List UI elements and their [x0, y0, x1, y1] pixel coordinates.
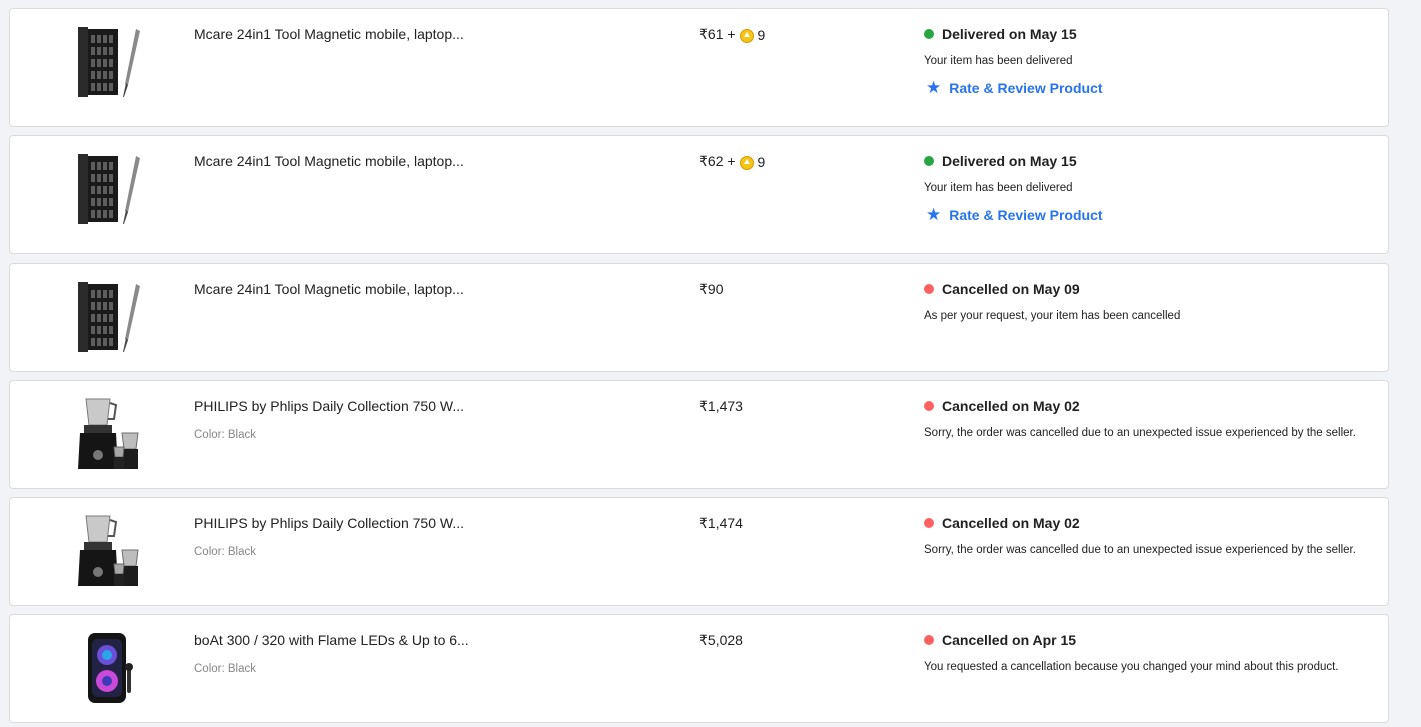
status-message: Your item has been delivered: [924, 182, 1073, 194]
order-status: Cancelled on May 02: [924, 398, 1080, 414]
status-text: Cancelled on May 02: [942, 515, 1080, 531]
price-amount: ₹62 +: [699, 153, 736, 169]
order-card[interactable]: PHILIPS by Phlips Daily Collection 750 W…: [9, 380, 1389, 489]
status-message: Sorry, the order was cancelled due to an…: [924, 427, 1356, 439]
status-text: Cancelled on May 02: [942, 398, 1080, 414]
product-title[interactable]: PHILIPS by Phlips Daily Collection 750 W…: [194, 515, 464, 531]
mixer-grinder-image: [78, 515, 139, 586]
screwdriver-kit-image: [78, 154, 140, 224]
price-amount: ₹5,028: [699, 632, 743, 648]
price-amount: ₹90: [699, 281, 724, 297]
rate-review-button[interactable]: ★ Rate & Review Product: [926, 206, 1103, 223]
status-text: Cancelled on May 09: [942, 281, 1080, 297]
status-dot-icon: [924, 635, 934, 645]
order-status: Delivered on May 15: [924, 26, 1077, 42]
product-title[interactable]: boAt 300 / 320 with Flame LEDs & Up to 6…: [194, 632, 469, 648]
price: ₹62 + 9: [699, 153, 765, 170]
party-speaker-image: [88, 633, 133, 703]
order-card[interactable]: PHILIPS by Phlips Daily Collection 750 W…: [9, 497, 1389, 606]
order-card[interactable]: Mcare 24in1 Tool Magnetic mobile, laptop…: [9, 135, 1389, 254]
status-dot-icon: [924, 29, 934, 39]
rate-review-button[interactable]: ★ Rate & Review Product: [926, 79, 1103, 96]
status-message: You requested a cancellation because you…: [924, 661, 1339, 673]
status-dot-icon: [924, 518, 934, 528]
price-amount: ₹1,473: [699, 398, 743, 414]
status-dot-icon: [924, 401, 934, 411]
order-status: Cancelled on May 09: [924, 281, 1080, 297]
screwdriver-kit-image: [78, 282, 140, 352]
product-title[interactable]: Mcare 24in1 Tool Magnetic mobile, laptop…: [194, 26, 464, 42]
status-text: Cancelled on Apr 15: [942, 632, 1077, 648]
rate-review-label: Rate & Review Product: [949, 79, 1103, 96]
order-card[interactable]: boAt 300 / 320 with Flame LEDs & Up to 6…: [9, 614, 1389, 723]
price: ₹61 + 9: [699, 26, 765, 43]
rate-review-label: Rate & Review Product: [949, 206, 1103, 223]
product-title[interactable]: Mcare 24in1 Tool Magnetic mobile, laptop…: [194, 153, 464, 169]
product-variant: Color: Black: [194, 429, 256, 441]
order-status: Cancelled on May 02: [924, 515, 1080, 531]
status-message: Sorry, the order was cancelled due to an…: [924, 544, 1356, 556]
product-title[interactable]: Mcare 24in1 Tool Magnetic mobile, laptop…: [194, 281, 464, 297]
price: ₹1,473: [699, 398, 743, 415]
orders-list: Mcare 24in1 Tool Magnetic mobile, laptop…: [0, 0, 1421, 727]
status-message: As per your request, your item has been …: [924, 310, 1181, 322]
coin-count: 9: [757, 153, 766, 170]
order-card[interactable]: Mcare 24in1 Tool Magnetic mobile, laptop…: [9, 8, 1389, 127]
price-amount: ₹61 +: [699, 26, 736, 42]
mixer-grinder-image: [78, 398, 139, 469]
supercoin-icon: [739, 155, 754, 170]
star-icon: ★: [926, 78, 942, 97]
price: ₹90: [699, 281, 723, 298]
star-icon: ★: [926, 205, 942, 224]
order-status: Cancelled on Apr 15: [924, 632, 1076, 648]
supercoin-icon: [739, 28, 754, 43]
coin-count: 9: [757, 26, 766, 43]
status-dot-icon: [924, 284, 934, 294]
status-dot-icon: [924, 156, 934, 166]
status-text: Delivered on May 15: [942, 26, 1077, 42]
product-title[interactable]: PHILIPS by Phlips Daily Collection 750 W…: [194, 398, 464, 414]
product-variant: Color: Black: [194, 663, 256, 675]
screwdriver-kit-image: [78, 27, 140, 97]
price: ₹1,474: [699, 515, 743, 532]
order-status: Delivered on May 15: [924, 153, 1077, 169]
price-amount: ₹1,474: [699, 515, 743, 531]
status-text: Delivered on May 15: [942, 153, 1077, 169]
price: ₹5,028: [699, 632, 743, 649]
status-message: Your item has been delivered: [924, 55, 1073, 67]
product-variant: Color: Black: [194, 546, 256, 558]
order-card[interactable]: Mcare 24in1 Tool Magnetic mobile, laptop…: [9, 263, 1389, 372]
